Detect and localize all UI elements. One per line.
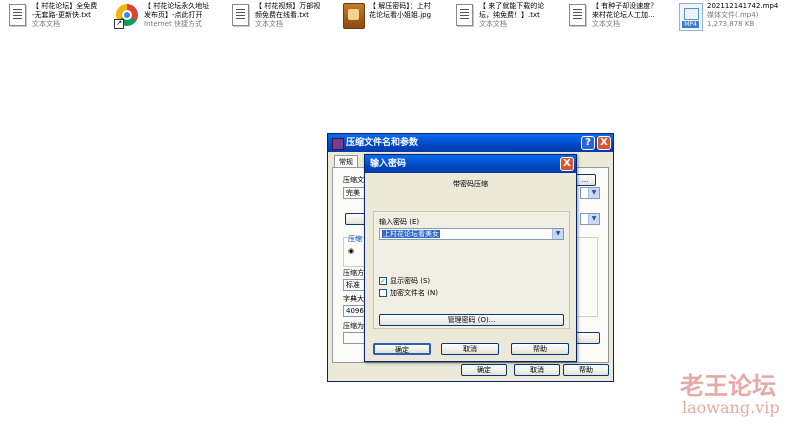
dialog-subtitle: 带密码压缩 xyxy=(453,180,488,188)
window-titlebar: 压缩文件名和参数 xyxy=(328,134,613,152)
encrypt-filenames-label: 加密文件名 (N) xyxy=(390,289,438,297)
file-name: 202112141742.mp4 xyxy=(707,2,779,10)
ok-button[interactable]: 确定 xyxy=(373,343,431,355)
chrome-shortcut-icon: ↗ xyxy=(114,2,140,30)
dictionary-value: 4096 xyxy=(346,307,364,315)
desktop-file-5[interactable]: 【 来了就能下载的论 坛，纯免费！】.txt 文本文档 xyxy=(453,2,544,32)
text-document-icon xyxy=(6,2,28,30)
file-name: 【 有种子却没速度？ xyxy=(592,2,658,10)
watermark-title: 老王论坛 xyxy=(680,371,776,400)
file-type: 文本文档 xyxy=(32,20,60,28)
watermark-url: laowang.vip xyxy=(682,398,780,417)
show-password-checkbox[interactable]: ✓ xyxy=(379,277,387,285)
password-input[interactable]: 上村花论坛看美女 ▼ xyxy=(379,228,564,240)
mp4-file-icon: MP4 xyxy=(677,2,703,31)
manage-passwords-button[interactable]: 管理密码 (O)... xyxy=(379,314,564,326)
help-button[interactable]: 帮助 xyxy=(563,364,609,376)
dialog-title: 输入密码 xyxy=(370,159,407,169)
password-value: 上村花论坛看美女 xyxy=(382,230,440,238)
file-name: 发布页】-点此打开 xyxy=(144,11,203,19)
ok-button[interactable]: 确定 xyxy=(461,364,507,376)
password-dialog: 输入密码 X 带密码压缩 输入密码 (E) 上村花论坛看美女 ▼ ✓ 显示密码 … xyxy=(364,154,577,362)
file-name: 频免费在线看.txt xyxy=(255,11,309,19)
browse-button[interactable]: ... xyxy=(574,174,596,186)
file-type: 文本文档 xyxy=(479,20,507,28)
format-label: 压缩 xyxy=(348,235,362,243)
chevron-down-icon: ▼ xyxy=(552,229,563,239)
chevron-down-icon: ▼ xyxy=(588,188,599,198)
file-type: Internet 快捷方式 xyxy=(144,20,203,28)
image-file-icon xyxy=(341,2,365,30)
chevron-down-icon: ▼ xyxy=(588,214,599,224)
format-radio[interactable]: ◉ xyxy=(348,247,354,255)
desktop-file-2[interactable]: ↗ 【 村花论坛永久地址 发布页】-点此打开 Internet 快捷方式 xyxy=(114,2,209,32)
file-type: 文本文档 xyxy=(255,20,283,28)
help-button[interactable]: 帮助 xyxy=(511,343,569,355)
archive-name-label: 压缩文 xyxy=(343,176,364,184)
update-mode-value: 完美 xyxy=(346,189,360,197)
file-size: 1,273,878 KB xyxy=(707,20,755,28)
file-name: 【 村花论坛永久地址 xyxy=(144,2,210,10)
text-document-icon xyxy=(566,2,588,30)
file-type: 文本文档 xyxy=(592,20,620,28)
split-label: 压缩为 xyxy=(343,322,364,330)
text-document-icon xyxy=(453,2,475,30)
dialog-titlebar: 输入密码 xyxy=(365,155,576,173)
cancel-button[interactable]: 取消 xyxy=(514,364,560,376)
mp4-tag: MP4 xyxy=(682,21,699,28)
text-document-icon xyxy=(229,2,251,30)
right-select-1[interactable]: ▼ xyxy=(580,187,600,199)
desktop-file-4[interactable]: 【 解压密码】：上村 花论坛看小姐姐.jpg xyxy=(341,2,431,32)
method-value: 标准 xyxy=(346,281,360,289)
file-name: 【 来了就能下载的论 xyxy=(479,2,545,10)
file-name: 【 村花视频】万部视 xyxy=(255,2,321,10)
file-name: 花论坛看小姐姐.jpg xyxy=(369,11,432,19)
desktop-file-1[interactable]: 【 村花论坛】全免费 -无套路-更新快.txt 文本文档 xyxy=(6,2,97,32)
close-title-button[interactable]: X xyxy=(560,157,574,171)
encrypt-filenames-checkbox[interactable] xyxy=(379,289,387,297)
shortcut-arrow-icon: ↗ xyxy=(114,19,124,29)
dictionary-label: 字典大 xyxy=(343,295,364,303)
file-name: 来村花论坛人工加... xyxy=(592,11,655,19)
window-title: 压缩文件名和参数 xyxy=(346,138,419,148)
file-type: 媒体文件(.mp4) xyxy=(707,11,759,19)
file-name: 【 村花论坛】全免费 xyxy=(32,2,98,10)
close-title-button[interactable]: X xyxy=(597,136,611,150)
desktop-file-6[interactable]: 【 有种子却没速度？ 来村花论坛人工加... 文本文档 xyxy=(566,2,657,32)
file-name: -无套路-更新快.txt xyxy=(32,11,91,19)
password-label: 输入密码 (E) xyxy=(379,218,420,226)
help-title-button[interactable]: ? xyxy=(581,136,595,150)
file-name: 坛，纯免费！】.txt xyxy=(479,11,540,19)
file-name: 【 解压密码】：上村 xyxy=(369,2,431,10)
winrar-icon xyxy=(332,138,344,150)
method-label: 压缩方 xyxy=(343,269,364,277)
desktop-file-3[interactable]: 【 村花视频】万部视 频免费在线看.txt 文本文档 xyxy=(229,2,320,32)
desktop-file-7[interactable]: MP4 202112141742.mp4 媒体文件(.mp4) 1,273,87… xyxy=(677,2,778,32)
cancel-button[interactable]: 取消 xyxy=(441,343,499,355)
right-select-2[interactable]: ▼ xyxy=(580,213,600,225)
show-password-label: 显示密码 (S) xyxy=(390,277,431,285)
